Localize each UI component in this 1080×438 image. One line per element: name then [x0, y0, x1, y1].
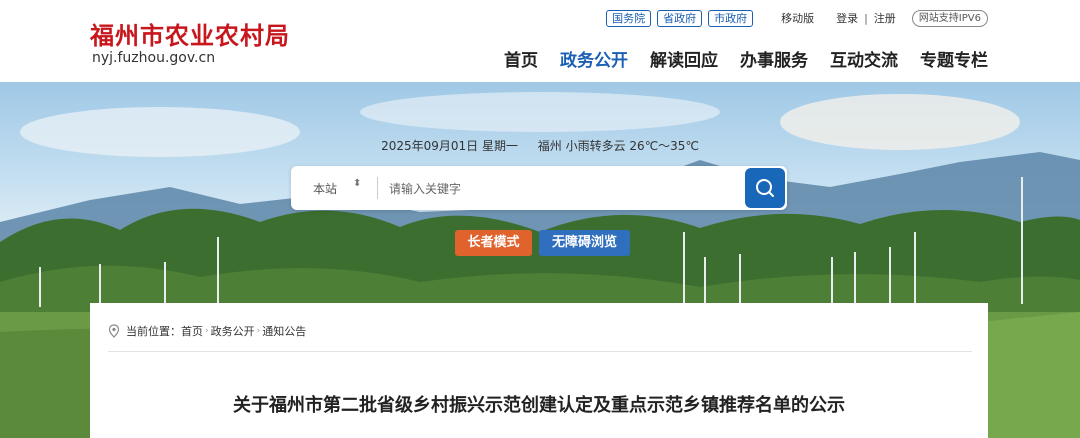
- search-button[interactable]: [745, 168, 785, 208]
- weather-info: 福州 小雨转多云 26℃～35℃: [537, 139, 699, 153]
- login-separator: |: [864, 11, 868, 25]
- search-divider: [377, 177, 378, 199]
- link-provincial-gov[interactable]: 省政府: [657, 9, 703, 27]
- breadcrumb: 当前位置： 首页 › 政务公开 › 通知公告: [108, 323, 306, 339]
- site-logo-title[interactable]: 福州市农业农村局: [90, 16, 290, 51]
- search-bar: 本站 ⬍: [291, 166, 787, 210]
- breadcrumb-arrow-icon: ›: [256, 326, 261, 336]
- content-card: 当前位置： 首页 › 政务公开 › 通知公告 关于福州市第二批省级乡村振兴示范创…: [90, 303, 988, 438]
- nav-gov-affairs[interactable]: 政务公开: [560, 46, 628, 71]
- search-scope-select[interactable]: 本站: [313, 180, 337, 197]
- elder-mode-button[interactable]: 长者模式: [455, 230, 532, 256]
- breadcrumb-notices[interactable]: 通知公告: [262, 323, 306, 339]
- breadcrumb-arrow-icon: ›: [205, 326, 209, 336]
- nav-home[interactable]: 首页: [504, 46, 538, 71]
- nav-services[interactable]: 办事服务: [740, 46, 808, 71]
- link-city-gov[interactable]: 市政府: [708, 9, 754, 27]
- nav-interaction[interactable]: 互动交流: [830, 46, 898, 71]
- breadcrumb-divider: [108, 351, 972, 352]
- breadcrumb-prefix: 当前位置：: [126, 325, 181, 338]
- accessibility-button[interactable]: 无障碍浏览: [539, 230, 630, 256]
- breadcrumb-home[interactable]: 首页: [181, 323, 203, 339]
- nav-interpretation[interactable]: 解读回应: [650, 46, 718, 71]
- nav-topics[interactable]: 专题专栏: [920, 46, 988, 71]
- location-pin-icon: [108, 324, 120, 338]
- mobile-version-link[interactable]: 移动版: [781, 10, 814, 26]
- top-links: 国务院 省政府 市政府 移动版 登录 | 注册 网站支持IPV6: [606, 9, 988, 27]
- search-icon: [756, 179, 774, 197]
- register-link[interactable]: 注册: [874, 10, 896, 26]
- site-header: 福州市农业农村局 nyj.fuzhou.gov.cn 国务院 省政府 市政府 移…: [0, 0, 1080, 82]
- article-title: 关于福州市第二批省级乡村振兴示范创建认定及重点示范乡镇推荐名单的公示: [233, 395, 845, 416]
- ipv6-badge: 网站支持IPV6: [911, 9, 988, 27]
- current-date: 2025年09月01日 星期一: [381, 139, 518, 153]
- breadcrumb-gov-affairs[interactable]: 政务公开: [211, 323, 255, 339]
- main-nav: 首页 政务公开 解读回应 办事服务 互动交流 专题专栏: [482, 46, 988, 71]
- link-state-council[interactable]: 国务院: [606, 9, 652, 27]
- login-link[interactable]: 登录: [836, 10, 858, 26]
- site-domain: nyj.fuzhou.gov.cn: [92, 50, 216, 66]
- date-weather-line: 2025年09月01日 星期一 福州 小雨转多云 26℃～35℃: [0, 137, 1080, 154]
- search-input[interactable]: [387, 176, 731, 202]
- sort-arrows-icon[interactable]: ⬍: [353, 178, 361, 189]
